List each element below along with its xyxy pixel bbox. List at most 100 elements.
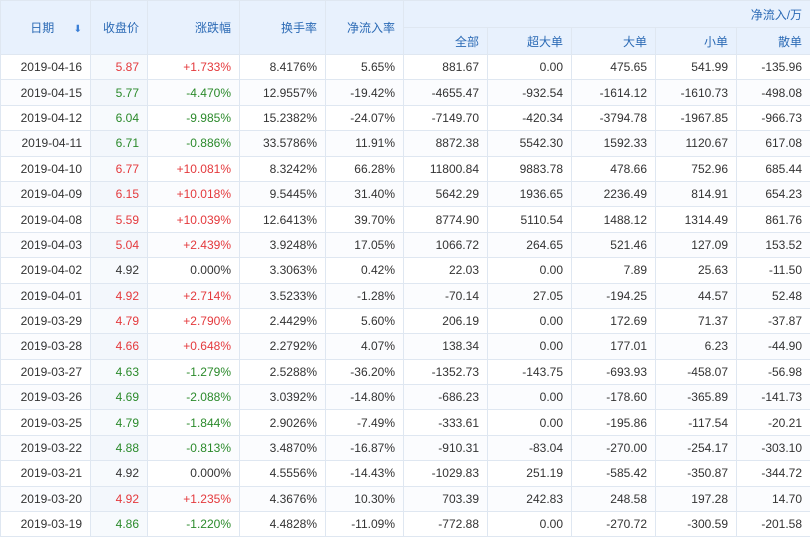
table-row: 2019-04-08 5.59 +10.039% 12.6413% 39.70% 8774… bbox=[0, 206, 810, 233]
cell-date: 2019-04-16 bbox=[0, 53, 91, 81]
cell-net-ratio: -16.87% bbox=[325, 434, 404, 462]
cell-retail: 52.48 bbox=[735, 282, 810, 309]
sort-down-arrow-icon[interactable]: ⬇ bbox=[74, 24, 82, 35]
table-row: 2019-04-09 6.15 +10.018% 9.5445% 31.40% 5642.… bbox=[0, 180, 810, 208]
cell-super-large: -420.34 bbox=[487, 104, 572, 132]
cell-net-ratio: 39.70% bbox=[325, 206, 404, 233]
cell-net-ratio: 0.42% bbox=[325, 257, 404, 284]
cell-retail: -20.21 bbox=[735, 409, 810, 436]
cell-date: 2019-04-10 bbox=[0, 155, 91, 182]
cell-all: 206.19 bbox=[403, 307, 488, 335]
cell-change: +2.790% bbox=[147, 307, 240, 335]
cell-large: 2236.49 bbox=[571, 180, 656, 208]
cell-retail: -966.73 bbox=[735, 104, 810, 132]
cell-super-large: 0.00 bbox=[487, 384, 572, 411]
cell-retail: -135.96 bbox=[735, 53, 810, 81]
table-row: 2019-03-25 4.79 -1.844% 2.9026% -7.49% -333.6… bbox=[0, 409, 810, 436]
table-row: 2019-03-20 4.92 +1.235% 4.3676% 10.30% 703.39… bbox=[0, 485, 810, 513]
cell-large: 478.66 bbox=[571, 155, 656, 182]
cell-change: +2.439% bbox=[147, 231, 240, 259]
cell-close: 6.71 bbox=[90, 130, 148, 157]
cell-all: -70.14 bbox=[403, 282, 488, 309]
cell-super-large: 1936.65 bbox=[487, 180, 572, 208]
table-row: 2019-04-15 5.77 -4.470% 12.9557% -19.42% -465… bbox=[0, 79, 810, 106]
large-column-header[interactable]: 大单 bbox=[571, 27, 656, 55]
cell-small: 1120.67 bbox=[655, 130, 737, 157]
cell-net-ratio: 10.30% bbox=[325, 485, 404, 513]
cell-small: 1314.49 bbox=[655, 206, 737, 233]
close-column-header[interactable]: 收盘价 bbox=[90, 0, 148, 55]
close-header-label: 收盘价 bbox=[102, 21, 139, 35]
net-inflow-group-header: 净流入/万 bbox=[402, 0, 810, 28]
cell-date: 2019-03-25 bbox=[0, 409, 91, 436]
cell-turnover: 9.5445% bbox=[239, 180, 326, 208]
cell-large: 475.65 bbox=[571, 53, 656, 81]
cell-all: 22.03 bbox=[403, 257, 488, 284]
date-header-label: 日期 bbox=[30, 21, 55, 35]
cell-turnover: 3.4870% bbox=[239, 434, 326, 462]
small-header-label: 小单 bbox=[703, 34, 728, 49]
cell-super-large: 242.83 bbox=[487, 485, 572, 513]
table-row: 2019-04-12 6.04 -9.985% 15.2382% -24.07% -714… bbox=[0, 104, 810, 132]
cell-super-large: 5542.30 bbox=[487, 130, 572, 157]
table-row: 2019-04-10 6.77 +10.081% 8.3242% 66.28% 11800… bbox=[0, 155, 810, 182]
cell-large: 1592.33 bbox=[571, 130, 656, 157]
cell-all: 5642.29 bbox=[403, 180, 488, 208]
cell-date: 2019-03-22 bbox=[0, 434, 91, 462]
cell-large: 177.01 bbox=[571, 333, 656, 360]
net-ratio-column-header[interactable]: 净流入率 bbox=[325, 0, 404, 55]
cell-large: -693.93 bbox=[571, 358, 656, 386]
cell-super-large: 0.00 bbox=[487, 409, 572, 436]
table-row: 2019-03-29 4.79 +2.790% 2.4429% 5.60% 206.19 0… bbox=[0, 307, 810, 335]
cell-date: 2019-04-09 bbox=[0, 180, 91, 208]
cell-retail: -498.08 bbox=[735, 79, 810, 106]
cell-net-ratio: 17.05% bbox=[325, 231, 404, 259]
cell-retail: -44.90 bbox=[735, 333, 810, 360]
super-large-column-header[interactable]: 超大单 bbox=[487, 27, 572, 55]
cell-all: -686.23 bbox=[403, 384, 488, 411]
cell-all: 138.34 bbox=[403, 333, 488, 360]
table-row: 2019-04-02 4.92 0.000% 3.3063% 0.42% 22.03 0.0… bbox=[0, 257, 810, 284]
cell-date: 2019-03-29 bbox=[0, 307, 91, 335]
cell-close: 4.86 bbox=[90, 511, 148, 538]
cell-large: -585.42 bbox=[571, 460, 656, 487]
cell-date: 2019-04-15 bbox=[0, 79, 91, 106]
cell-change: +0.648% bbox=[147, 333, 240, 360]
cell-turnover: 2.4429% bbox=[239, 307, 326, 335]
small-column-header[interactable]: 小单 bbox=[655, 27, 737, 55]
cell-net-ratio: 31.40% bbox=[325, 180, 404, 208]
cell-close: 5.87 bbox=[90, 53, 148, 81]
table-row: 2019-03-26 4.69 -2.088% 3.0392% -14.80% -686.… bbox=[0, 384, 810, 411]
retail-column-header[interactable]: 散单 bbox=[735, 27, 810, 55]
change-column-header[interactable]: 涨跌幅 bbox=[147, 0, 240, 55]
cell-large: -270.00 bbox=[571, 434, 656, 462]
cell-close: 5.04 bbox=[90, 231, 148, 259]
cell-all: -333.61 bbox=[403, 409, 488, 436]
cell-change: -0.886% bbox=[147, 130, 240, 157]
cell-all: 8774.90 bbox=[403, 206, 488, 233]
cell-small: -350.87 bbox=[655, 460, 737, 487]
cell-change: -9.985% bbox=[147, 104, 240, 132]
cell-close: 4.92 bbox=[90, 257, 148, 284]
cell-change: -1.220% bbox=[147, 511, 240, 538]
cell-retail: 654.23 bbox=[735, 180, 810, 208]
cell-small: 71.37 bbox=[655, 307, 737, 335]
cell-close: 4.92 bbox=[90, 460, 148, 487]
all-column-header[interactable]: 全部 bbox=[403, 27, 488, 55]
cell-net-ratio: -7.49% bbox=[325, 409, 404, 436]
cell-turnover: 33.5786% bbox=[239, 130, 326, 157]
cell-change: -1.844% bbox=[147, 409, 240, 436]
cell-retail: -344.72 bbox=[735, 460, 810, 487]
cell-small: -117.54 bbox=[655, 409, 737, 436]
cell-change: 0.000% bbox=[147, 460, 240, 487]
cell-all: -910.31 bbox=[403, 434, 488, 462]
turnover-column-header[interactable]: 换手率 bbox=[239, 0, 326, 55]
date-column-header[interactable]: 日期 ⬇ bbox=[0, 0, 91, 55]
cell-turnover: 3.3063% bbox=[239, 257, 326, 284]
cell-super-large: 251.19 bbox=[487, 460, 572, 487]
cell-change: +10.039% bbox=[147, 206, 240, 233]
cell-close: 4.79 bbox=[90, 409, 148, 436]
cell-date: 2019-03-28 bbox=[0, 333, 91, 360]
all-header-label: 全部 bbox=[454, 34, 479, 49]
cell-retail: -56.98 bbox=[735, 358, 810, 386]
